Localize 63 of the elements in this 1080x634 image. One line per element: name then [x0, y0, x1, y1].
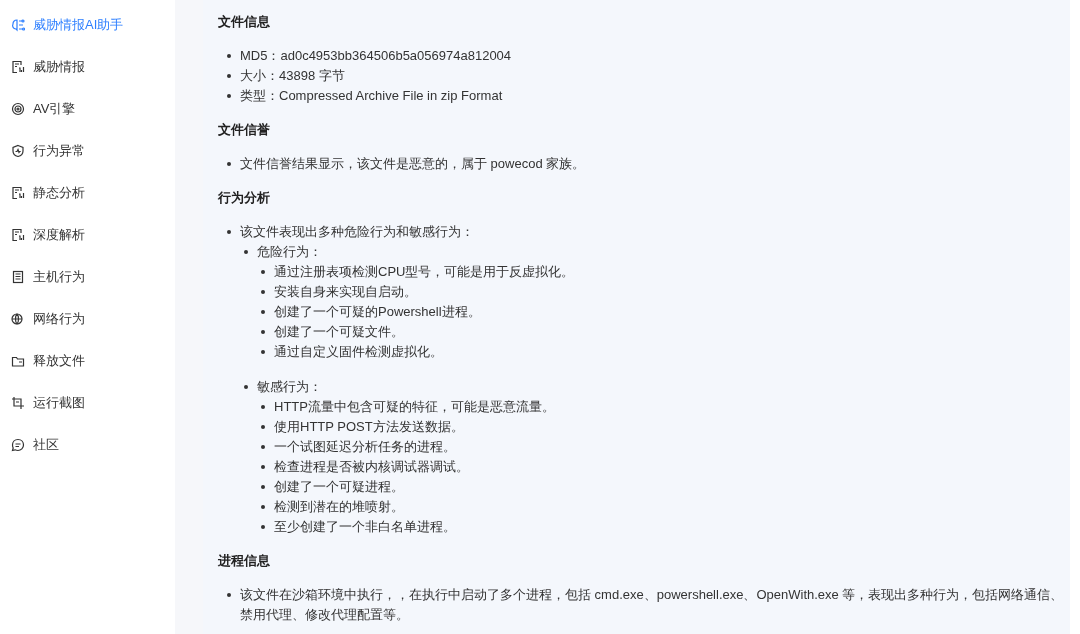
list-item-text: 该文件在沙箱环境中执行，，在执行中启动了多个进程，包括 cmd.exe、powershell.exe、OpenWith.exe 等，表现出多种行为，包括网络通信、禁用代理、修改代理配置等。 [240, 586, 1065, 624]
section-heading: 文件信息 [218, 13, 271, 31]
bullet-icon [244, 250, 248, 254]
bullet-icon [261, 405, 265, 409]
bullet-icon [261, 525, 265, 529]
bullet-icon [261, 310, 265, 314]
sidebar-item[interactable]: 静态分析 [0, 172, 91, 214]
list-item-text: 通过注册表项检测CPU型号，可能是用于反虚拟化。 [274, 263, 576, 281]
sidebar-item[interactable]: 运行截图 [0, 382, 91, 424]
shield-icon [11, 144, 25, 158]
list-item-text: 检测到潜在的堆喷射。 [274, 498, 405, 516]
bullet-icon [261, 350, 265, 354]
list-item-text: 安装自身来实现自启动。 [274, 283, 418, 301]
list-item-text: 危险行为： [257, 243, 323, 261]
sidebar-item[interactable]: AV引擎 [0, 88, 82, 130]
sidebar-item[interactable]: 社区 [0, 424, 65, 466]
bullet-icon [227, 593, 231, 597]
bullet-icon [244, 385, 248, 389]
list-item-text: 创建了一个可疑的Powershell进程。 [274, 303, 482, 321]
sidebar-item[interactable]: 行为异常 [0, 130, 91, 172]
bullet-icon [261, 270, 265, 274]
list-item-text: 文件信誉结果显示，该文件是恶意的，属于 powecod 家族。 [240, 155, 587, 173]
list-item-text: HTTP流量中包含可疑的特征，可能是恶意流量。 [274, 398, 556, 416]
sidebar-item[interactable]: 威胁情报 [0, 46, 91, 88]
bullet-icon [261, 445, 265, 449]
section-heading: 行为分析 [218, 189, 271, 207]
bullet-icon [261, 330, 265, 334]
list-item-text: 敏感行为： [257, 378, 323, 396]
sidebar-item[interactable]: 网络行为 [0, 298, 91, 340]
target-icon [11, 102, 25, 116]
section-heading: 进程信息 [218, 552, 271, 570]
chat-icon [11, 438, 25, 452]
sidebar-item[interactable]: 释放文件 [0, 340, 91, 382]
list-item-text: 检查进程是否被内核调试器调试。 [274, 458, 470, 476]
bullet-icon [261, 465, 265, 469]
bullet-icon [227, 74, 231, 78]
document-list-icon [11, 270, 25, 284]
list-item-text: 大小：43898 字节 [240, 67, 346, 85]
list-item-text: 使用HTTP POST方法发送数据。 [274, 418, 465, 436]
bullet-icon [227, 54, 231, 58]
folder-icon [11, 354, 25, 368]
bullet-icon [227, 94, 231, 98]
sidebar-item[interactable]: 深度解析 [0, 214, 91, 256]
list-item-text: 该文件表现出多种危险行为和敏感行为： [240, 223, 475, 241]
list-item-text: 创建了一个可疑进程。 [274, 478, 405, 496]
bullet-icon [261, 505, 265, 509]
list-item-text: 一个试图延迟分析任务的进程。 [274, 438, 457, 456]
document-chart-icon [11, 186, 25, 200]
list-item-text: 通过自定义固件检测虚拟化。 [274, 343, 444, 361]
globe-icon [11, 312, 25, 326]
list-item-text: MD5：ad0c4953bb364506b5a056974a812004 [240, 47, 513, 65]
bullet-icon [227, 230, 231, 234]
bullet-icon [227, 162, 231, 166]
bullet-icon [261, 425, 265, 429]
list-item-text: 至少创建了一个非白名单进程。 [274, 518, 457, 536]
bullet-icon [261, 485, 265, 489]
section-heading: 文件信誉 [218, 121, 271, 139]
bullet-icon [261, 290, 265, 294]
list-item-text: 类型：Compressed Archive File in zip Format [240, 87, 504, 105]
list-item-text: 创建了一个可疑文件。 [274, 323, 405, 341]
crop-icon [11, 396, 25, 410]
sidebar-item[interactable]: 主机行为 [0, 256, 91, 298]
sidebar-item[interactable]: 威胁情报AI助手 [0, 4, 130, 46]
